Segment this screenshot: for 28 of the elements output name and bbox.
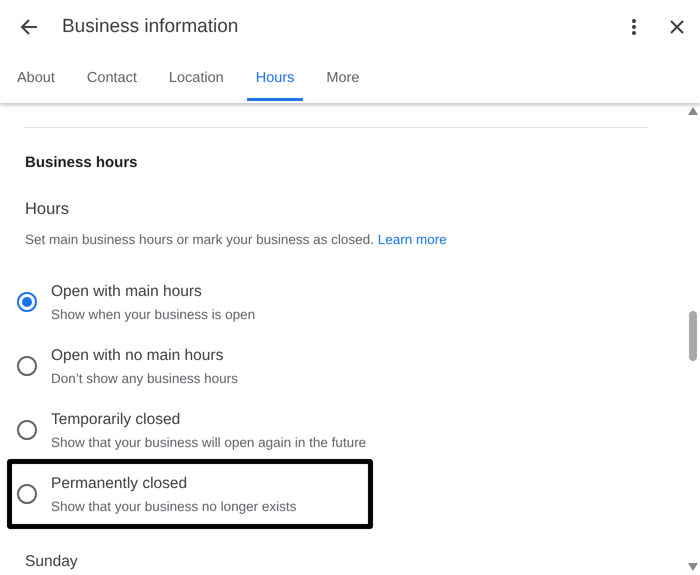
radio-button[interactable] [17,356,37,376]
radio-button[interactable] [17,292,37,312]
tab[interactable]: About [8,60,64,101]
more-options-icon[interactable] [630,17,638,37]
scroll-up-icon[interactable] [688,107,698,115]
radio-button[interactable] [17,420,37,440]
option-description: Show that your business no longer exists [51,498,296,514]
option-label: Permanently closed [51,474,188,492]
option-description: Show when your business is open [51,306,256,322]
radio-button[interactable] [17,484,37,504]
tab[interactable]: More [317,60,368,101]
dialog-title: Business information [62,16,238,38]
option-label: Open with no main hours [51,346,224,364]
section-heading: Business hours [25,154,139,171]
close-icon[interactable] [668,18,686,36]
subsection-heading: Hours [25,200,70,219]
scrollbar-thumb[interactable] [689,311,697,361]
tab[interactable]: Hours [246,60,304,101]
option-label: Open with main hours [51,282,203,300]
option-label: Temporarily closed [51,410,182,428]
day-label: Sunday [25,553,79,571]
description-text: Set main business hours or mark your business as closed. [25,232,374,247]
learn-more-link[interactable]: Learn more [378,232,447,247]
option-description: Show that your business will open again in the future [51,434,366,450]
scroll-down-icon[interactable] [688,563,698,571]
tab[interactable]: Contact [78,60,146,101]
option-description: Don’t show any business hours [51,370,238,386]
tab[interactable]: Location [160,60,233,101]
